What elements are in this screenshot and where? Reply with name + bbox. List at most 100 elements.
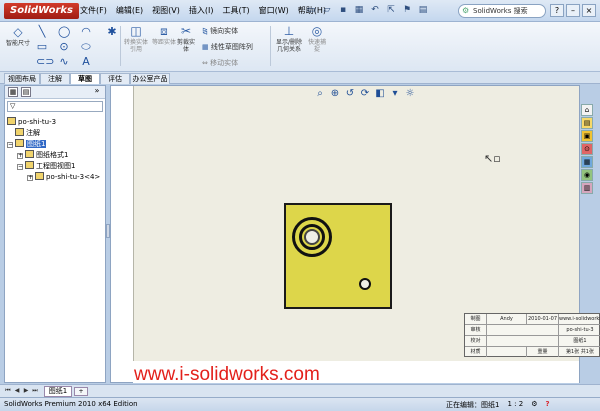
menu-tools[interactable]: 工具(T) xyxy=(222,5,249,16)
last-sheet-icon[interactable]: ⏭ xyxy=(31,387,39,395)
display-style-icon[interactable]: ◧ xyxy=(374,88,386,100)
view-settings-icon[interactable]: ☼ xyxy=(404,88,416,100)
line-icon[interactable]: ╲ xyxy=(36,25,48,38)
zoom-to-fit-icon[interactable]: ⌕ xyxy=(314,88,326,100)
zoom-to-area-icon[interactable]: ⊕ xyxy=(329,88,341,100)
appearances-icon[interactable]: ◉ xyxy=(581,169,593,181)
polygon-icon[interactable]: ⊙ xyxy=(58,40,70,53)
save-icon[interactable]: ▪ xyxy=(337,4,349,17)
expand-icon[interactable]: + xyxy=(27,175,33,181)
tree-annotations[interactable]: 注解 xyxy=(15,128,40,138)
search-results-icon[interactable]: ⊙ xyxy=(581,143,593,155)
circle-icon[interactable]: ◯ xyxy=(58,25,70,38)
trim-entities-button[interactable]: ✂ 剪裁实体 xyxy=(176,24,196,53)
smart-dimension-button[interactable]: ◇ 智能尺寸 xyxy=(4,25,32,47)
custom-properties-icon[interactable]: ▥ xyxy=(581,182,593,194)
smart-dimension-icon: ◇ xyxy=(13,25,23,39)
search-logo-icon: ⚙ xyxy=(462,6,470,15)
move-entities-button[interactable]: ⇔ 移动实体 xyxy=(202,58,238,68)
title-block-row: 制图 Andy 2010-01-07 www.i-solidworks.com xyxy=(465,314,600,325)
add-sheet-icon[interactable]: + xyxy=(74,387,88,396)
sheet-tab[interactable]: 图纸1 xyxy=(44,386,72,397)
tab-sketch[interactable]: 草图 xyxy=(70,73,100,84)
convert-entities-icon: ◫ xyxy=(130,24,142,38)
collapse-icon[interactable]: − xyxy=(7,142,13,148)
point-icon[interactable]: ✱ xyxy=(106,25,118,38)
offset-entities-button[interactable]: ⧈ 等距实体 xyxy=(150,24,178,46)
help-dropdown-icon[interactable]: ? xyxy=(550,4,564,17)
arc-icon[interactable]: ◠ xyxy=(80,25,92,38)
tree-sheet[interactable]: − 图纸1 xyxy=(7,139,47,149)
display-delete-relations-button[interactable]: ⊥ 显示/删除几何关系 xyxy=(274,24,304,53)
file-explorer-icon[interactable]: ▣ xyxy=(581,130,593,142)
tree-filter-input[interactable]: ▽ xyxy=(7,101,103,112)
status-bar: SolidWorks Premium 2010 x64 Edition 正在编辑… xyxy=(0,397,600,411)
tab-office-products[interactable]: 办公室产品 xyxy=(130,73,170,84)
menu-window[interactable]: 窗口(W) xyxy=(259,5,289,16)
tree-model[interactable]: + po-shi-tu-3<4> xyxy=(27,172,100,182)
drawing-view-part[interactable] xyxy=(284,203,392,309)
quick-snaps-button[interactable]: ◎ 快速捕捉 xyxy=(306,24,328,53)
next-sheet-icon[interactable]: ▶ xyxy=(22,387,30,395)
expand-arrows-icon[interactable]: » xyxy=(92,87,102,97)
title-block-row: 校对 图纸1 xyxy=(465,336,600,347)
menu-file[interactable]: 文件(F) xyxy=(80,5,107,16)
tab-evaluate[interactable]: 评估 xyxy=(100,73,130,84)
print-icon[interactable]: ▦ xyxy=(353,4,365,17)
prev-sheet-icon[interactable]: ◀ xyxy=(13,387,21,395)
minimize-icon[interactable]: – xyxy=(566,4,580,17)
rebuild-view-icon[interactable]: ⟳ xyxy=(359,88,371,100)
status-app-edition: SolidWorks Premium 2010 x64 Edition xyxy=(4,400,138,408)
tree-drawing-view[interactable]: − 工程图视图1 xyxy=(17,161,75,171)
property-manager-tab-icon[interactable]: ▤ xyxy=(21,87,31,97)
open-file-icon[interactable]: ▱ xyxy=(321,4,333,17)
sheet-format-icon xyxy=(25,150,34,158)
rebuild-status-icon[interactable]: ⚙ xyxy=(531,400,537,410)
first-sheet-icon[interactable]: ⏮ xyxy=(4,387,12,395)
tree-sheet-format[interactable]: + 图纸格式1 xyxy=(17,150,68,160)
select-icon[interactable]: ⇱ xyxy=(385,4,397,17)
linear-pattern-button[interactable]: ▦ 线性草图阵列 xyxy=(202,42,253,52)
slot-icon[interactable]: ⊂⊃ xyxy=(36,55,54,68)
date-value: 2010-01-07 xyxy=(527,314,559,324)
mirror-entities-button[interactable]: ⧎ 镜向实体 xyxy=(202,26,238,36)
review-value xyxy=(487,325,559,335)
rectangle-icon[interactable]: ▭ xyxy=(36,40,48,53)
solidworks-resources-icon[interactable]: ⌂ xyxy=(581,104,593,116)
view-palette-icon[interactable]: ▦ xyxy=(581,156,593,168)
convert-entities-label: 转换实体引用 xyxy=(123,39,148,53)
mirror-entities-label: 镜向实体 xyxy=(210,27,239,35)
drawing-icon xyxy=(7,117,16,125)
drawing-sheet[interactable]: ⌕ ⊕ ↺ ⟳ ◧ ▾ ☼ ↖▫ 制图 Andy 2010-01-07 www.… xyxy=(133,86,600,361)
ellipse-icon[interactable]: ⬭ xyxy=(80,40,92,54)
status-scale[interactable]: 1 : 2 xyxy=(507,400,523,410)
spline-icon[interactable]: ∿ xyxy=(58,55,70,68)
expand-icon[interactable]: + xyxy=(17,153,23,159)
design-library-icon[interactable]: ▤ xyxy=(581,117,593,129)
app-logo: SolidWorks xyxy=(4,3,79,19)
graphics-area[interactable]: ⌕ ⊕ ↺ ⟳ ◧ ▾ ☼ ↖▫ 制图 Andy 2010-01-07 www.… xyxy=(110,85,600,383)
review-label: 审核 xyxy=(465,325,487,335)
collapse-icon[interactable]: − xyxy=(17,164,23,170)
tree-root[interactable]: po-shi-tu-3 xyxy=(7,117,56,127)
convert-entities-button[interactable]: ◫ 转换实体引用 xyxy=(122,24,150,53)
previous-view-icon[interactable]: ↺ xyxy=(344,88,356,100)
heads-up-toolbar: ⌕ ⊕ ↺ ⟳ ◧ ▾ ☼ xyxy=(314,88,416,100)
new-file-icon[interactable]: ▭ xyxy=(305,4,317,17)
rebuild-icon[interactable]: ⚑ xyxy=(401,4,413,17)
text-icon[interactable]: A xyxy=(80,55,92,68)
hide-show-icon[interactable]: ▾ xyxy=(389,88,401,100)
menu-view[interactable]: 视图(V) xyxy=(152,5,180,16)
tab-annotation[interactable]: 注解 xyxy=(40,73,70,84)
tab-view-layout[interactable]: 视图布局 xyxy=(4,73,40,84)
options-icon[interactable]: ▤ xyxy=(417,4,429,17)
mirror-entities-icon: ⧎ xyxy=(202,27,211,35)
menu-edit[interactable]: 编辑(E) xyxy=(116,5,143,16)
menu-insert[interactable]: 插入(I) xyxy=(189,5,214,16)
help-icon[interactable]: ? xyxy=(545,400,549,410)
feature-manager-tab-icon[interactable]: ▦ xyxy=(8,87,18,97)
filter-icon: ▽ xyxy=(10,102,16,110)
search-input[interactable]: ⚙ SolidWorks 搜索 xyxy=(458,4,546,18)
close-icon[interactable]: × xyxy=(582,4,596,17)
undo-icon[interactable]: ↶ xyxy=(369,4,381,17)
